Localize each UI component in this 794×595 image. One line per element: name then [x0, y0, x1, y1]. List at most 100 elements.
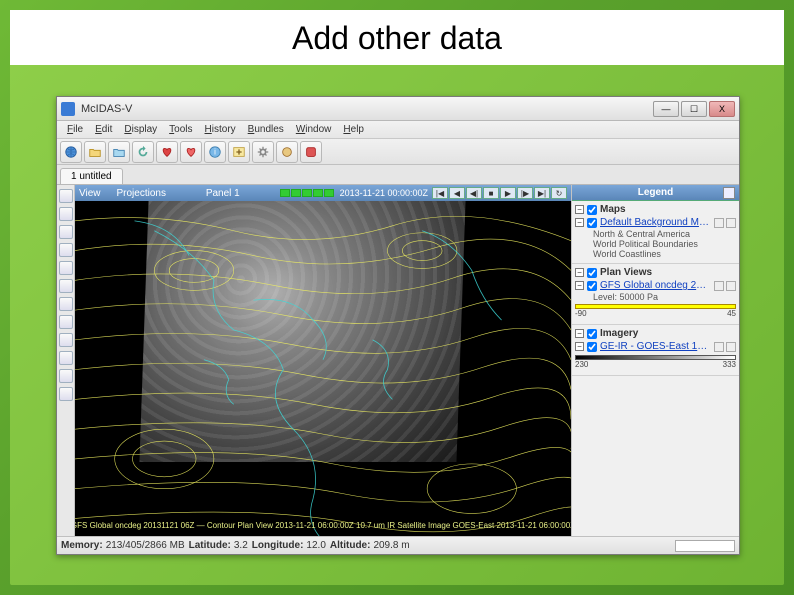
left-sidebar	[57, 185, 75, 536]
sidebar-tool[interactable]	[59, 351, 73, 365]
menubar: File Edit Display Tools History Bundles …	[57, 121, 739, 139]
minimize-button[interactable]: —	[653, 101, 679, 117]
memory-label: Memory:	[61, 540, 103, 551]
menu-window[interactable]: Window	[290, 124, 338, 135]
legend-panel: Legend − Maps − Default Background Maps	[571, 185, 739, 536]
legend-title: Legend	[572, 185, 739, 201]
loop-button[interactable]: ↻	[551, 187, 567, 199]
default-bg-link[interactable]: Default Background Maps	[600, 217, 711, 228]
app-title: McIDAS-V	[81, 103, 653, 115]
sidebar-tool[interactable]	[59, 243, 73, 257]
plus-icon[interactable]	[228, 141, 250, 163]
collapse-icon[interactable]: −	[575, 342, 584, 351]
sidebar-tool[interactable]	[59, 369, 73, 383]
lon-label: Longitude:	[252, 540, 304, 551]
folder-icon[interactable]	[84, 141, 106, 163]
prev-frame-button[interactable]: ◀	[449, 187, 465, 199]
imagery-checkbox[interactable]	[587, 329, 597, 339]
info-icon[interactable]: i	[204, 141, 226, 163]
menu-file[interactable]: File	[61, 124, 89, 135]
last-frame-button[interactable]: ▶|	[534, 187, 550, 199]
sidebar-tool[interactable]	[59, 279, 73, 293]
projections-menu[interactable]: Projections	[117, 188, 166, 199]
gear-icon[interactable]	[252, 141, 274, 163]
planviews-checkbox[interactable]	[587, 268, 597, 278]
menu-bundles[interactable]: Bundles	[242, 124, 290, 135]
collapse-icon[interactable]: −	[575, 268, 584, 277]
menu-history[interactable]: History	[199, 124, 242, 135]
sidebar-tool[interactable]	[59, 333, 73, 347]
trash-icon[interactable]	[726, 281, 736, 291]
remove-icon[interactable]	[276, 141, 298, 163]
collapse-icon[interactable]: −	[575, 329, 584, 338]
sidebar-tool[interactable]	[59, 207, 73, 221]
stop-anim-button[interactable]: ■	[483, 187, 499, 199]
alt-label: Altitude:	[330, 540, 371, 551]
lon-value: 12.0	[306, 540, 325, 551]
refresh-icon[interactable]	[132, 141, 154, 163]
heart-icon[interactable]	[156, 141, 178, 163]
default-bg-checkbox[interactable]	[587, 218, 597, 228]
trash-icon[interactable]	[726, 218, 736, 228]
alt-value: 209.8 m	[373, 540, 409, 551]
sidebar-tool[interactable]	[59, 315, 73, 329]
goes-link[interactable]: GE-IR - GOES-East 10.7 um I...	[600, 341, 711, 352]
map-layer: World Coastlines	[575, 249, 736, 259]
close-button[interactable]: X	[709, 101, 735, 117]
colorbar-max: 333	[723, 360, 736, 369]
goes-checkbox[interactable]	[587, 342, 597, 352]
lock-icon[interactable]	[714, 281, 724, 291]
goes-colorbar[interactable]: 230 333	[575, 355, 736, 369]
maximize-button[interactable]: ☐	[681, 101, 707, 117]
app-icon	[61, 102, 75, 116]
colorbar-min: -90	[575, 309, 587, 318]
colorbar-max: 45	[727, 309, 736, 318]
lock-icon[interactable]	[714, 218, 724, 228]
svg-text:i: i	[214, 147, 216, 156]
sidebar-tool[interactable]	[59, 189, 73, 203]
tab-untitled[interactable]: 1 untitled	[60, 168, 123, 184]
gfs-colorbar[interactable]: -90 45	[575, 304, 736, 318]
trash-icon[interactable]	[726, 342, 736, 352]
collapse-icon[interactable]: −	[575, 205, 584, 214]
collapse-icon[interactable]: −	[575, 281, 584, 290]
open-icon[interactable]	[108, 141, 130, 163]
statusbar: Memory:213/405/2866 MB Latitude:3.2 Long…	[57, 536, 739, 554]
lock-icon[interactable]	[714, 342, 724, 352]
imagery-label: Imagery	[600, 328, 736, 339]
play-button[interactable]: ▶	[500, 187, 516, 199]
step-fwd-button[interactable]: |▶	[517, 187, 533, 199]
sidebar-tool[interactable]	[59, 387, 73, 401]
menu-tools[interactable]: Tools	[163, 124, 198, 135]
gfs-checkbox[interactable]	[587, 281, 597, 291]
coastlines	[75, 201, 571, 536]
sidebar-tool[interactable]	[59, 261, 73, 275]
maps-checkbox[interactable]	[587, 205, 597, 215]
legend-group-planviews: − Plan Views − GFS Global oncdeg 2013112…	[572, 264, 739, 325]
first-frame-button[interactable]: |◀	[432, 187, 448, 199]
frame-progress	[280, 189, 334, 197]
memory-value: 213/405/2866 MB	[106, 540, 185, 551]
step-back-button[interactable]: ◀|	[466, 187, 482, 199]
map-layer: North & Central America	[575, 229, 736, 239]
view-menu[interactable]: View	[79, 188, 101, 199]
map-view[interactable]: GFS Global oncdeg 20131121 06Z — Contour…	[75, 201, 571, 536]
lat-label: Latitude:	[189, 540, 231, 551]
menu-help[interactable]: Help	[337, 124, 370, 135]
gfs-link[interactable]: GFS Global oncdeg 2013112...	[600, 280, 711, 291]
legend-group-imagery: − Imagery − GE-IR - GOES-East 10.7 um I.…	[572, 325, 739, 376]
sidebar-tool[interactable]	[59, 225, 73, 239]
globe-icon[interactable]	[60, 141, 82, 163]
colorbar-min: 230	[575, 360, 588, 369]
panel-header: View Projections Panel 1 2013-11-21 00:0…	[75, 185, 571, 201]
stop-icon[interactable]	[300, 141, 322, 163]
heart2-icon[interactable]	[180, 141, 202, 163]
menu-display[interactable]: Display	[118, 124, 163, 135]
sidebar-tool[interactable]	[59, 297, 73, 311]
planviews-label: Plan Views	[600, 267, 736, 278]
tabbar: 1 untitled	[57, 165, 739, 185]
detach-icon[interactable]	[723, 187, 735, 199]
panel-name: Panel 1	[182, 188, 264, 199]
collapse-icon[interactable]: −	[575, 218, 584, 227]
menu-edit[interactable]: Edit	[89, 124, 118, 135]
